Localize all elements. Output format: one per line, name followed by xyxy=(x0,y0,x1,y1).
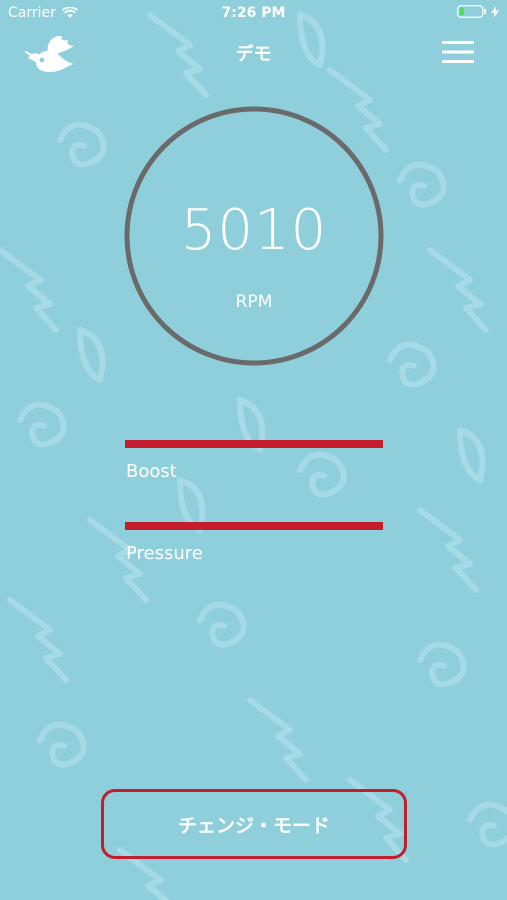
status-time: 7:26 PM xyxy=(221,5,286,21)
nav-bar: デモ xyxy=(0,28,507,78)
battery-icon xyxy=(457,5,486,18)
hamburger-menu-icon[interactable] xyxy=(440,38,476,66)
pressure-bar xyxy=(125,522,383,530)
change-mode-button[interactable]: チェンジ・モード xyxy=(101,789,407,859)
boost-bar xyxy=(125,440,383,448)
rpm-unit-label: RPM xyxy=(235,292,273,312)
status-right xyxy=(457,5,499,18)
status-bar: Carrier 7:26 PM xyxy=(0,0,507,28)
charging-bolt-icon xyxy=(491,5,499,18)
page-title: デモ xyxy=(235,44,272,65)
rpm-value: 5010 xyxy=(180,198,328,263)
pressure-label: Pressure xyxy=(126,543,203,564)
boost-label: Boost xyxy=(126,461,177,482)
